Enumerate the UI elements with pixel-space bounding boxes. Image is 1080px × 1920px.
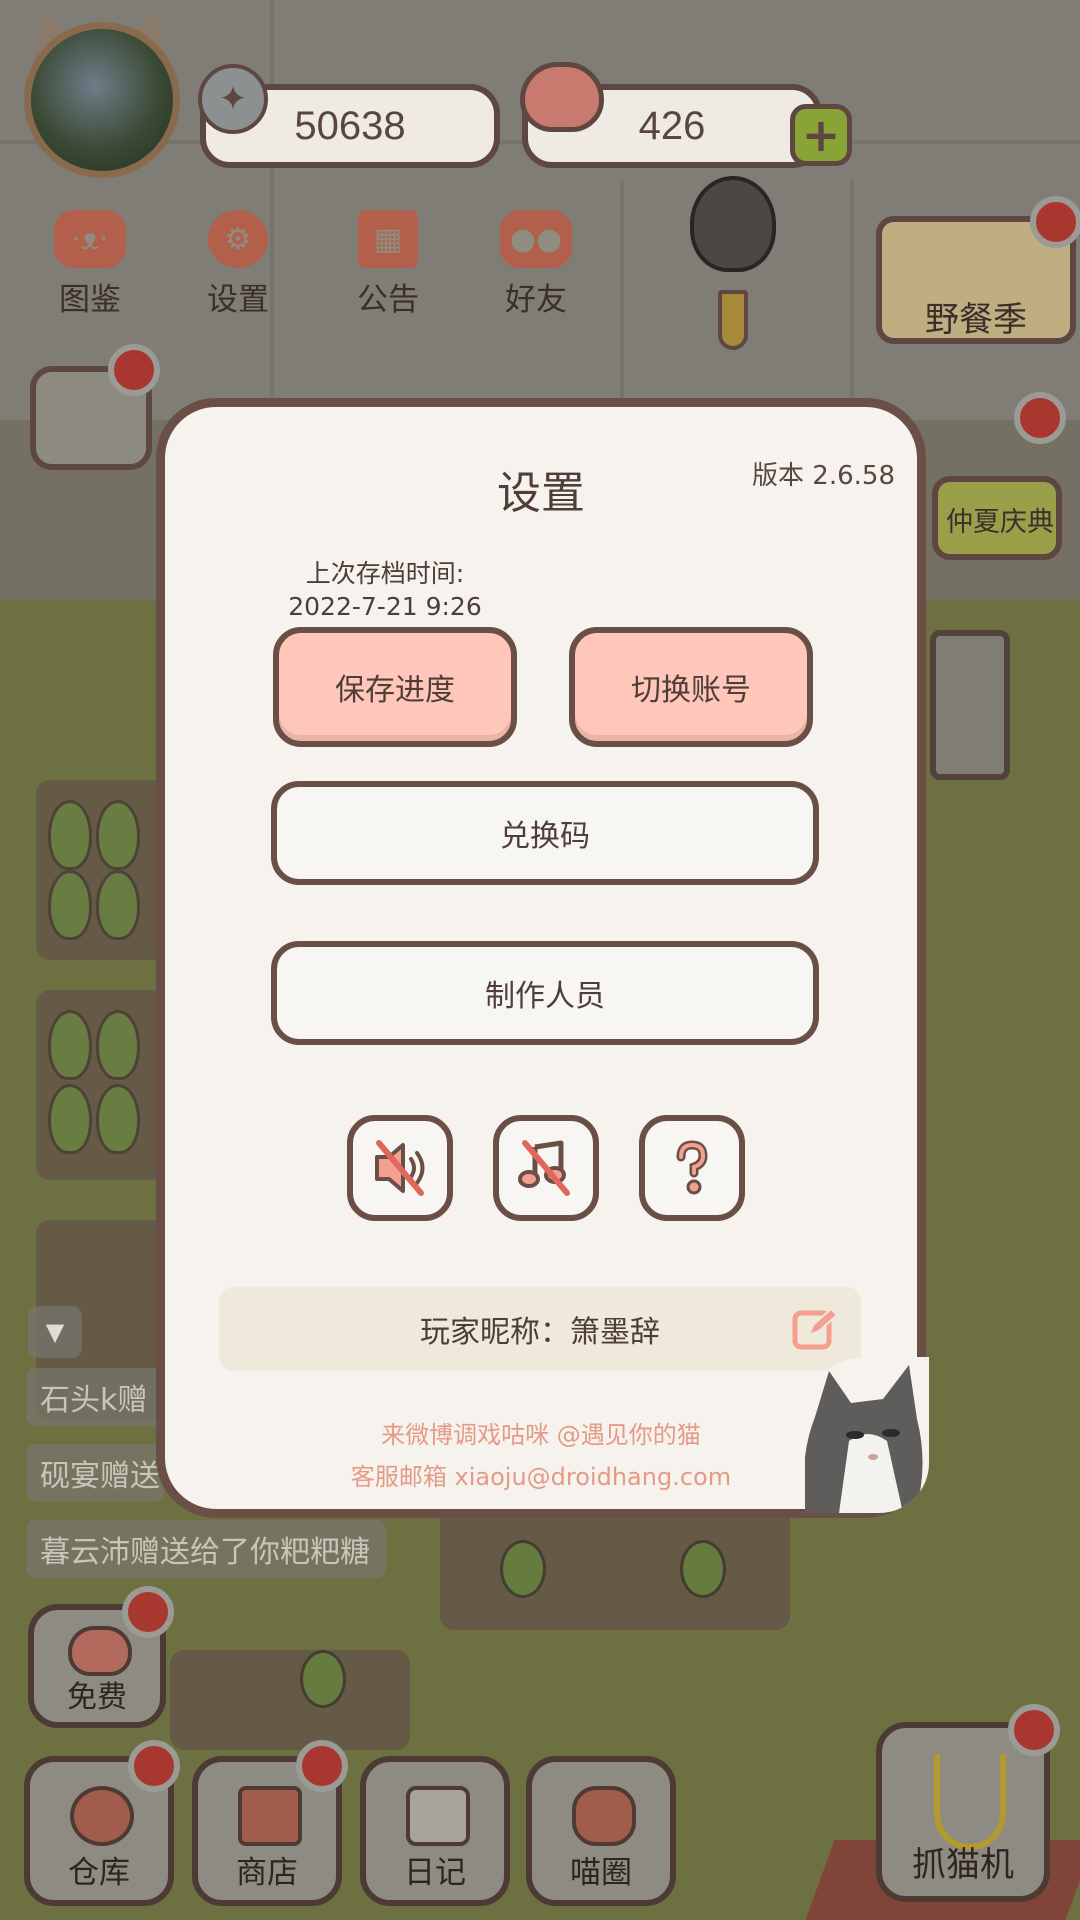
crow-wind-chime[interactable] (690, 176, 776, 272)
cat-photo-image (805, 1357, 929, 1513)
heart-face-icon (68, 1626, 132, 1676)
hearts-value: 426 (638, 103, 706, 148)
fish-icon: ✦ (198, 64, 268, 134)
nav-friends[interactable]: ●● 好友 (476, 210, 596, 319)
last-save-label: 上次存档时间: (305, 559, 465, 588)
summer-event-label: 仲夏庆典 (946, 507, 1054, 538)
last-save-info: 上次存档时间: 2022-7-21 9:26 (265, 557, 505, 623)
diary-button[interactable]: 日记 (360, 1756, 510, 1906)
basket-icon (70, 1786, 134, 1846)
notification-dot (108, 344, 160, 396)
switch-account-button[interactable]: 切换账号 (569, 627, 813, 747)
music-toggle-button[interactable] (493, 1115, 599, 1221)
notification-dot (1014, 392, 1066, 444)
speaker-muted-icon (375, 1140, 425, 1196)
chat-message: 暮云沛赠送给了你粑粑糖 (26, 1520, 386, 1578)
planet-cat-icon (572, 1786, 636, 1846)
notification-dot (1030, 196, 1080, 248)
cat-face-icon: ·ᴥ· (54, 210, 126, 268)
nav-settings[interactable]: ⚙ 设置 (178, 210, 298, 319)
claw-icon (934, 1754, 1006, 1850)
save-progress-button[interactable]: 保存进度 (273, 627, 517, 747)
last-save-time: 2022-7-21 9:26 (288, 592, 482, 621)
nav-handbook-label: 图鉴 (59, 282, 121, 318)
settings-dialog: 设置 版本 2.6.58 上次存档时间: 2022-7-21 9:26 保存进度… (156, 398, 929, 1518)
cat-circle-button[interactable]: 喵圈 (526, 1756, 676, 1906)
warehouse-label: 仓库 (68, 1855, 130, 1891)
free-label: 免费 (67, 1680, 127, 1715)
version-label: 版本 2.6.58 (752, 461, 895, 491)
edit-icon[interactable] (791, 1305, 839, 1353)
notification-dot (296, 1740, 348, 1792)
nickname-row: 玩家昵称：箫墨辞 (219, 1287, 861, 1371)
help-button[interactable] (639, 1115, 745, 1221)
picnic-event-label: 野餐季 (925, 300, 1027, 340)
heart-icon (520, 62, 604, 132)
nav-friends-label: 好友 (505, 282, 567, 318)
fish-coins-value: 50638 (294, 103, 406, 148)
cat-photo (805, 1357, 929, 1513)
notification-dot (128, 1740, 180, 1792)
chat-message: 石头k赠 (26, 1368, 164, 1426)
nickname-text: 玩家昵称：箫墨辞 (420, 1315, 660, 1350)
chat-collapse-button[interactable]: ▼ (28, 1306, 82, 1358)
notification-dot (1008, 1704, 1060, 1756)
friends-icon: ●● (500, 210, 572, 268)
player-avatar[interactable] (24, 22, 180, 178)
claw-machine-label: 抓猫机 (912, 1845, 1014, 1885)
diary-icon (406, 1786, 470, 1846)
gift-icon: ▦ (358, 210, 418, 268)
nav-settings-label: 设置 (207, 282, 269, 318)
shop-label: 商店 (236, 1855, 298, 1891)
gear-icon: ⚙ (208, 210, 268, 268)
chat-message: 砚宴赠送 (26, 1444, 164, 1502)
wind-chime-tail (718, 290, 748, 350)
add-hearts-button[interactable]: + (790, 104, 852, 166)
diary-label: 日记 (404, 1855, 466, 1891)
credits-button[interactable]: 制作人员 (271, 941, 819, 1045)
notification-dot (122, 1586, 174, 1638)
redeem-code-button[interactable]: 兑换码 (271, 781, 819, 885)
music-muted-icon (518, 1140, 570, 1196)
shop-icon (238, 1786, 302, 1846)
nav-handbook[interactable]: ·ᴥ· 图鉴 (30, 210, 150, 319)
question-icon (676, 1140, 708, 1195)
cat-circle-label: 喵圈 (570, 1855, 632, 1891)
sound-toggle-button[interactable] (347, 1115, 453, 1221)
nav-announcement[interactable]: ▦ 公告 (328, 210, 448, 319)
nav-announcement-label: 公告 (357, 282, 419, 318)
